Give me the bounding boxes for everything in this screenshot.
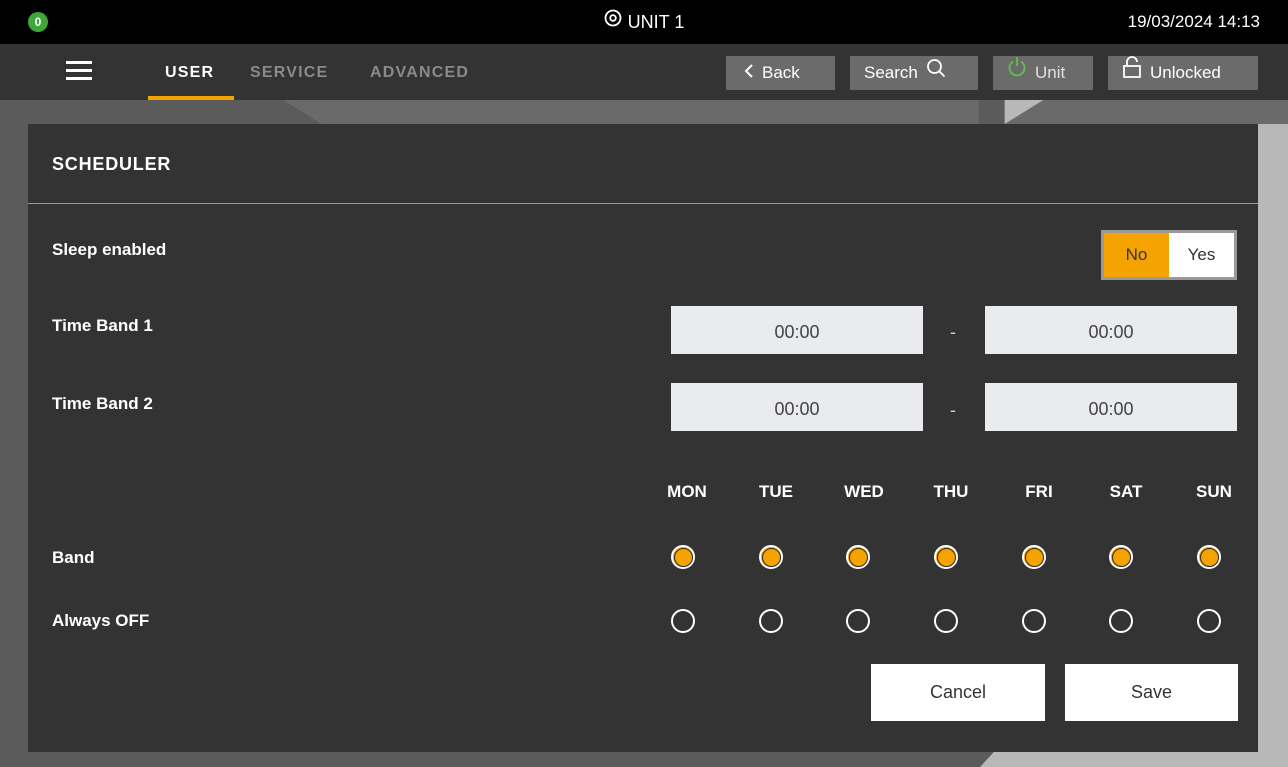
day-header-sun: SUN [1196,482,1232,501]
hamburger-menu-icon[interactable] [66,61,94,83]
tab-advanced[interactable]: ADVANCED [370,64,469,82]
sleep-enabled-label: Sleep enabled [52,240,167,259]
time-band-2-label: Time Band 2 [52,394,153,413]
day-header-thu: THU [933,482,969,501]
time-band-2-start-field[interactable]: 00:00 [671,383,923,431]
time-band-2-separator: - [950,400,956,420]
time-band-1-end-field[interactable]: 00:00 [985,306,1237,354]
nav-bar: USER SERVICE ADVANCED Back Search Unit U… [0,44,1288,100]
lock-status-label: Unlocked [1150,63,1221,82]
time-band-1-label: Time Band 1 [52,316,153,335]
tab-user[interactable]: USER [165,64,214,82]
unlocked-padlock-icon [1122,56,1142,90]
alarm-count-badge[interactable]: 0 [28,12,48,32]
unit-label: Unit [1035,63,1066,82]
always-off-radio-sat[interactable] [1109,609,1133,633]
scheduler-panel: SCHEDULER Sleep enabled No Yes Time Band… [28,124,1258,752]
band-radio-mon[interactable] [671,545,695,569]
band-radio-sun[interactable] [1197,545,1221,569]
search-button[interactable]: Search [850,56,978,90]
always-off-radio-tue[interactable] [759,609,783,633]
day-header-fri: FRI [1025,482,1053,501]
band-radio-sat[interactable] [1109,545,1133,569]
band-radio-wed[interactable] [846,545,870,569]
day-header-mon: MON [667,482,707,501]
search-icon [926,56,946,90]
day-header-wed: WED [844,482,884,501]
time-band-1-start-field[interactable]: 00:00 [671,306,923,354]
day-header-tue: TUE [759,482,793,501]
lock-status-button[interactable]: Unlocked [1108,56,1258,90]
divider [28,203,1258,204]
decorative-band [0,100,1288,124]
time-band-2-end-field[interactable]: 00:00 [985,383,1237,431]
toggle-option-yes[interactable]: Yes [1169,233,1234,277]
status-bar: 0 UNIT 1 19/03/2024 14:13 [0,0,1288,44]
active-tab-indicator [148,96,234,100]
always-off-radio-wed[interactable] [846,609,870,633]
day-header-sat: SAT [1109,482,1143,501]
always-off-row-label: Always OFF [52,611,150,630]
tab-service[interactable]: SERVICE [250,64,328,82]
chevron-left-icon [744,56,754,90]
band-radio-tue[interactable] [759,545,783,569]
power-icon [1007,56,1027,90]
unit-power-button[interactable]: Unit [993,56,1093,90]
back-button[interactable]: Back [726,56,835,90]
always-off-radio-thu[interactable] [934,609,958,633]
save-button[interactable]: Save [1065,664,1238,721]
cancel-button[interactable]: Cancel [871,664,1045,721]
back-label: Back [762,63,800,82]
datetime: 19/03/2024 14:13 [1127,12,1260,31]
page-title: SCHEDULER [52,154,172,174]
location-pin-icon [604,0,622,43]
always-off-radio-fri[interactable] [1022,609,1046,633]
band-row-label: Band [52,548,95,567]
search-label: Search [864,63,918,82]
toggle-option-no[interactable]: No [1104,233,1169,277]
sleep-enabled-toggle: No Yes [1101,230,1237,280]
always-off-radio-sun[interactable] [1197,609,1221,633]
unit-title: UNIT 1 [0,0,1288,44]
unit-name: UNIT 1 [627,12,685,32]
time-band-1-separator: - [950,322,956,342]
band-radio-thu[interactable] [934,545,958,569]
always-off-radio-mon[interactable] [671,609,695,633]
band-radio-fri[interactable] [1022,545,1046,569]
